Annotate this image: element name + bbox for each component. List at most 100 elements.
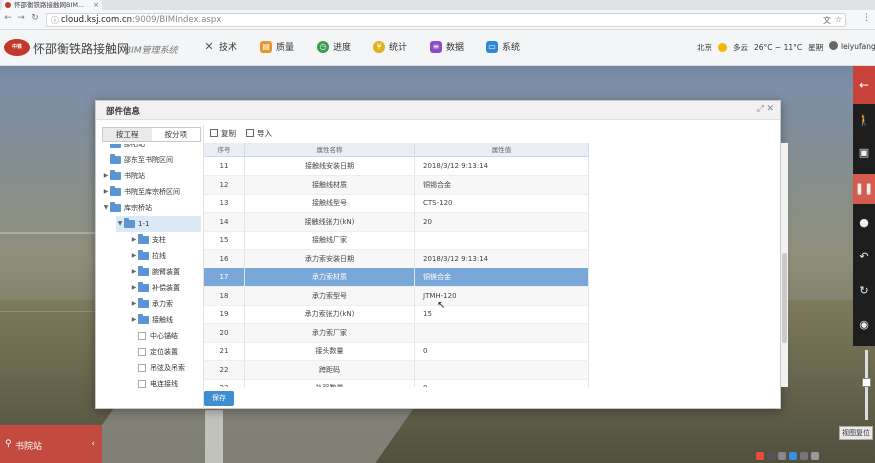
tray-keyboard-icon[interactable] xyxy=(789,452,797,460)
nav-data[interactable]: ≡ 数据 xyxy=(430,40,464,53)
caret-right-icon[interactable]: ▶ xyxy=(102,168,110,184)
checkbox-icon[interactable] xyxy=(138,364,146,372)
user-menu[interactable]: leiyufang xyxy=(829,41,875,51)
table-row[interactable]: 15 接触线厂家 xyxy=(204,231,589,250)
cell-value[interactable] xyxy=(415,323,589,342)
scrollbar-thumb[interactable] xyxy=(782,253,787,343)
back-icon[interactable]: ← xyxy=(2,13,14,23)
zoom-slider[interactable] xyxy=(862,350,871,420)
table-row[interactable]: 20 承力索厂家 xyxy=(204,323,589,343)
tree-node[interactable]: ▶ 腕臂装置 xyxy=(130,264,201,280)
zoom-slider-handle[interactable] xyxy=(862,378,871,387)
browser-tab[interactable]: 怀邵衡铁路接触网BIM... × xyxy=(2,0,102,10)
train-icon[interactable]: ▣ xyxy=(853,138,875,168)
caret-right-icon[interactable]: ▶ xyxy=(130,312,138,328)
table-row[interactable]: 21 接头数量 0 xyxy=(204,342,589,361)
tree-node[interactable]: 中心锚结 xyxy=(130,328,201,344)
tree-node[interactable]: ▶ 支柱 xyxy=(130,232,201,248)
bookmark-star-icon[interactable]: ☆ xyxy=(835,15,842,24)
url-input[interactable]: ⓘ cloud.ksj.com.cn:9009/BIMIndex.aspx 文 … xyxy=(46,13,846,27)
table-row[interactable]: 22 跨距码 xyxy=(204,360,589,380)
cell-value[interactable]: 铜锡合金 xyxy=(415,175,589,194)
col-header-name[interactable]: 属性名称 xyxy=(245,143,415,156)
nav-progress[interactable]: ◷ 进度 xyxy=(317,40,351,53)
col-header-no[interactable]: 序号 xyxy=(204,143,245,156)
cell-value[interactable]: 铜镁合金 xyxy=(415,268,589,286)
pause-icon[interactable]: ❚❚ xyxy=(853,174,875,204)
nav-quality[interactable]: ▤ 质量 xyxy=(260,40,294,53)
checkbox-icon[interactable] xyxy=(138,332,146,340)
undo-icon[interactable]: ↶ xyxy=(853,242,875,272)
caret-right-icon[interactable]: ▶ xyxy=(130,280,138,296)
tree-node[interactable]: ▼ 库宗桥站 xyxy=(102,200,201,216)
import-button[interactable]: 导入 xyxy=(246,128,272,139)
checkbox-icon[interactable] xyxy=(138,348,146,356)
tray-grid-icon[interactable] xyxy=(811,452,819,460)
cell-value[interactable]: 2018/3/12 9:13:14 xyxy=(415,157,589,175)
maximize-icon[interactable]: ⤢ xyxy=(757,104,764,114)
info-icon[interactable]: ⓘ xyxy=(51,15,59,26)
table-row[interactable]: 12 接触线材质 铜锡合金 xyxy=(204,175,589,195)
browser-menu-icon[interactable]: ⋮ xyxy=(862,13,871,23)
col-header-value[interactable]: 属性值 xyxy=(415,143,589,156)
tree-node[interactable]: ▶ 拉线 xyxy=(130,248,201,264)
tray-s-icon[interactable] xyxy=(756,452,764,460)
tree-node[interactable]: ▶ 书院至库宗桥区间 xyxy=(102,184,201,200)
forward-icon[interactable]: → xyxy=(15,13,27,23)
cell-value[interactable]: 0 xyxy=(415,379,589,387)
caret-right-icon[interactable]: ▶ xyxy=(130,264,138,280)
nav-stats[interactable]: ¥ 统计 xyxy=(373,40,407,53)
pin-icon[interactable]: ● xyxy=(853,208,875,238)
location-bar[interactable]: ⚲ 书院站 ‹ xyxy=(0,425,102,463)
cell-value[interactable]: CTS-120 xyxy=(415,194,589,212)
caret-right-icon[interactable]: ▶ xyxy=(130,232,138,248)
cell-value[interactable]: 20 xyxy=(415,212,589,231)
walk-icon[interactable]: 🚶 xyxy=(853,106,875,136)
tray-lang-icon[interactable] xyxy=(767,452,775,460)
tree-node[interactable]: 邵阳站 xyxy=(102,144,201,152)
nav-tech[interactable]: ✕ 技术 xyxy=(203,40,237,53)
table-row[interactable]: 11 接触线安装日期 2018/3/12 9:13:14 xyxy=(204,157,589,176)
cell-value[interactable] xyxy=(415,360,589,379)
tab-by-project[interactable]: 按工程 xyxy=(103,128,152,141)
copy-button[interactable]: 复制 xyxy=(210,128,236,139)
cell-value[interactable]: 0 xyxy=(415,342,589,360)
table-row[interactable]: 23补强数量0 xyxy=(204,379,589,387)
caret-right-icon[interactable]: ▶ xyxy=(102,184,110,200)
caret-right-icon[interactable]: ▶ xyxy=(130,248,138,264)
cell-value[interactable] xyxy=(415,231,589,249)
grid-scrollbar[interactable] xyxy=(781,143,788,387)
tree-node[interactable]: 电连接线 xyxy=(130,376,201,392)
caret-down-icon[interactable]: ▼ xyxy=(116,216,124,232)
nav-system[interactable]: ▭ 系统 xyxy=(486,40,520,53)
tree-node[interactable]: 定位装置 xyxy=(130,344,201,360)
caret-down-icon[interactable]: ▼ xyxy=(102,200,110,216)
save-button[interactable]: 保存 xyxy=(204,391,234,406)
eye-off-icon[interactable]: ◉ xyxy=(853,310,875,340)
tab-by-item[interactable]: 按分项 xyxy=(151,128,200,141)
tree-node[interactable]: ▶ 承力索 xyxy=(130,296,201,312)
tree-node[interactable]: ▼ 1-1 xyxy=(116,216,201,232)
tray-shirt-icon[interactable] xyxy=(800,452,808,460)
tray-mic-icon[interactable] xyxy=(778,452,786,460)
reset-view-button[interactable]: 视图复位 xyxy=(839,426,873,440)
table-row[interactable]: 13 接触线型号 CTS-120 xyxy=(204,194,589,213)
table-row[interactable]: 18 承力索型号 JTMH-120 xyxy=(204,286,589,306)
translate-icon[interactable]: 文 xyxy=(823,15,831,26)
collapse-left-icon[interactable]: ← xyxy=(853,66,875,104)
close-tab-icon[interactable]: × xyxy=(93,0,99,10)
close-icon[interactable]: ✕ xyxy=(766,104,774,114)
caret-right-icon[interactable]: ▶ xyxy=(130,296,138,312)
tree-node[interactable]: 吊弦及吊索 xyxy=(130,360,201,376)
table-row[interactable]: 17 承力索材质 铜镁合金 xyxy=(204,268,589,287)
table-row[interactable]: 19 承力索张力(kN) 15 xyxy=(204,305,589,324)
tree-node[interactable]: 邵东至书院区间 xyxy=(102,152,201,168)
chevron-left-icon[interactable]: ‹ xyxy=(91,439,95,449)
reload-icon[interactable]: ↻ xyxy=(29,13,41,23)
refresh-icon[interactable]: ↻ xyxy=(853,276,875,306)
tree-node[interactable]: ▶ 接触线 xyxy=(130,312,201,328)
tree-node[interactable]: ▶ 书院站 xyxy=(102,168,201,184)
cell-value[interactable]: 2018/3/12 9:13:14 xyxy=(415,249,589,268)
tree-node[interactable]: ▶ 补偿装置 xyxy=(130,280,201,296)
checkbox-icon[interactable] xyxy=(138,380,146,388)
